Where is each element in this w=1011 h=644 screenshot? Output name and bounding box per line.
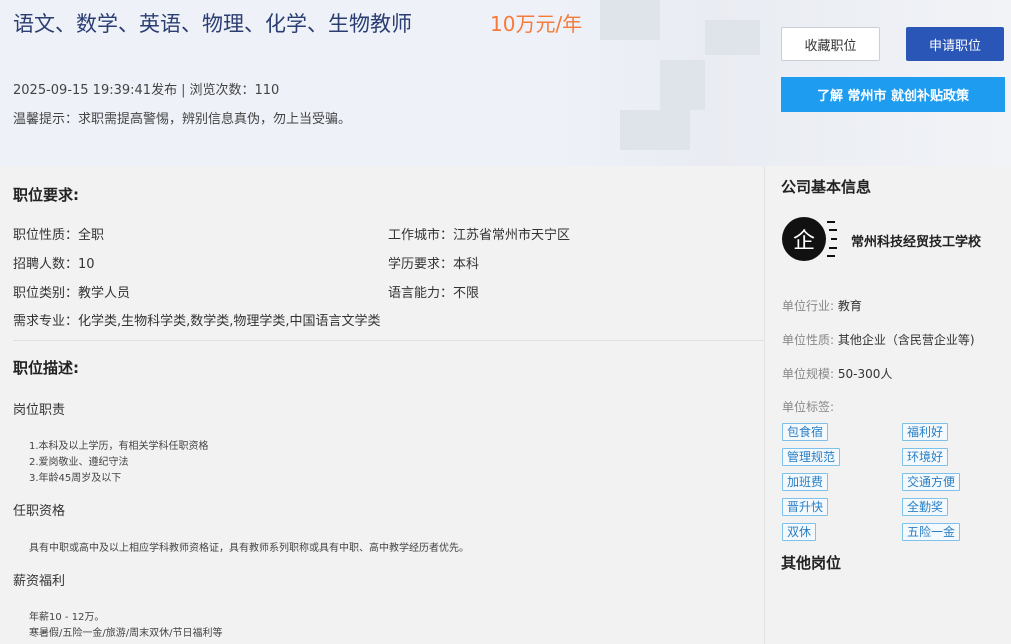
company-tag: 福利好	[902, 423, 949, 441]
field-job-category: 职位类别：教学人员	[13, 286, 131, 301]
company-info-title: 公司基本信息	[781, 178, 872, 196]
qualification-text: 具有中职或高中及以上相应学科教师资格证，具有教师系列职称或具有中职、高中教学经历…	[29, 543, 469, 554]
field-education: 学历要求：本科	[388, 257, 480, 272]
requirements-title: 职位要求:	[13, 186, 79, 204]
company-tag: 环境好	[902, 448, 949, 466]
benefit-line: 寒暑假/五险一金/旅游/周末双休/节日福利等	[29, 628, 223, 639]
job-salary: 10万元/年	[490, 12, 583, 36]
company-scale: 单位规模: 50-300人	[782, 367, 893, 381]
views-count: 110	[254, 83, 280, 98]
benefit-line: 年薪10 - 12万。	[29, 612, 105, 623]
views-label: 浏览次数：	[189, 83, 255, 98]
job-main: 职位要求: 职位性质：全职 工作城市：江苏省常州市天宁区 招聘人数：10 学历要…	[0, 166, 764, 644]
duty-line: 1.本科及以上学历，有相关学科任职资格	[29, 441, 209, 452]
header-decoration	[600, 0, 660, 40]
header-decoration	[620, 110, 690, 150]
warning-notice: 温馨提示：求职需提高警惕，辨别信息真伪，勿上当受骗。	[13, 112, 352, 127]
company-tag: 包食宿	[782, 423, 829, 441]
company-industry: 单位行业: 教育	[782, 299, 862, 313]
company-logo-char: 企	[792, 229, 815, 254]
header-decoration	[705, 20, 760, 55]
company-tag: 管理规范	[782, 448, 841, 466]
apply-button[interactable]: 申请职位	[906, 27, 1004, 61]
company-tag: 双休	[782, 523, 817, 541]
company-tags-label: 单位标签:	[782, 400, 835, 414]
company-tag: 加班费	[782, 473, 829, 491]
duty-line: 3.年龄45周岁及以下	[29, 473, 122, 484]
benefit-title: 薪资福利	[13, 574, 66, 589]
logo-speed-lines-icon	[819, 217, 837, 261]
field-work-city: 工作城市：江苏省常州市天宁区	[388, 228, 571, 243]
company-tag: 晋升快	[782, 498, 829, 516]
job-title: 语文、数学、英语、物理、化学、生物教师	[13, 12, 412, 36]
duty-line: 2.爱岗敬业、遵纪守法	[29, 457, 129, 468]
field-job-nature: 职位性质：全职	[13, 228, 105, 243]
job-header: 语文、数学、英语、物理、化学、生物教师 10万元/年 2025-09-15 19…	[0, 0, 1011, 166]
field-headcount: 招聘人数：10	[13, 257, 95, 272]
company-panel: 公司基本信息 企 常州科技经贸技工学校 单位行业: 教育 单位性质: 其他企业（…	[764, 166, 1011, 644]
job-meta: 2025-09-15 19:39:41发布 | 浏览次数：110	[13, 83, 280, 98]
company-tag: 交通方便	[902, 473, 961, 491]
publish-time: 2025-09-15 19:39:41发布	[13, 83, 178, 98]
header-decoration	[660, 60, 705, 110]
qualification-title: 任职资格	[13, 504, 66, 519]
company-tag: 五险一金	[902, 523, 961, 541]
other-jobs-title: 其他岗位	[781, 554, 842, 572]
field-language: 语言能力：不限	[388, 286, 480, 301]
field-major: 需求专业：化学类,生物科学类,数学类,物理学类,中国语言文学类	[13, 314, 381, 329]
company-nature: 单位性质: 其他企业（含民营企业等)	[782, 333, 975, 347]
duty-title: 岗位职责	[13, 403, 66, 418]
company-name[interactable]: 常州科技经贸技工学校	[851, 231, 981, 250]
section-divider	[13, 340, 764, 341]
favorite-button[interactable]: 收藏职位	[781, 27, 880, 61]
description-title: 职位描述:	[13, 359, 79, 377]
company-tag: 全勤奖	[902, 498, 949, 516]
policy-link-button[interactable]: 了解 常州市 就创补贴政策	[781, 77, 1005, 112]
